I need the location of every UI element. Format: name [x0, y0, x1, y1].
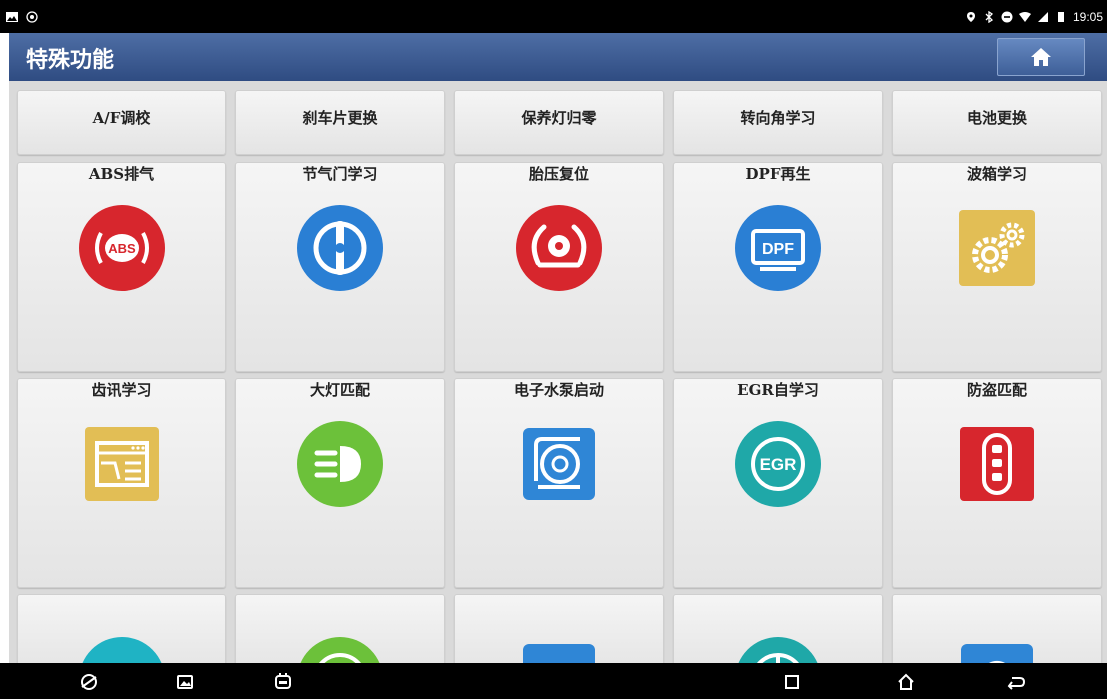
headlight-match-tile[interactable]: 大灯匹配 — [235, 378, 445, 588]
abs-text: ABS — [108, 241, 136, 256]
battery-replace-button[interactable]: 电池更换 — [892, 90, 1102, 155]
location-icon — [966, 12, 975, 22]
tile-label: A/F调校 — [92, 109, 151, 127]
tile-label: DPF再生 — [745, 165, 811, 183]
car-key-icon — [960, 427, 1034, 501]
tile-label: 节气门学习 — [302, 165, 378, 183]
steering-angle-button[interactable]: 转向角学习 — [673, 90, 883, 155]
tile-label: 刹车片更换 — [302, 109, 378, 127]
function-tile-r4c3[interactable] — [454, 594, 664, 663]
recent-apps-icon[interactable] — [782, 672, 802, 692]
partial-icon — [738, 637, 818, 663]
dpf-icon: DPF — [735, 205, 821, 291]
partial-icon — [523, 644, 595, 663]
throttle-icon — [297, 205, 383, 291]
dpf-text: DPF — [762, 241, 794, 258]
partial-icon — [961, 644, 1033, 663]
tile-label: 保养灯归零 — [521, 109, 597, 127]
partial-icon — [82, 637, 162, 663]
oil-reset-button[interactable]: 保养灯归零 — [454, 90, 664, 155]
tile-label: 大灯匹配 — [309, 381, 370, 399]
tile-label: ABS排气 — [88, 165, 155, 183]
clock: 19:05 — [1072, 10, 1103, 24]
window-chart-icon — [85, 427, 159, 501]
dnd-icon — [1001, 11, 1013, 23]
tile-label: 转向角学习 — [740, 109, 816, 127]
tile-label: 防盗匹配 — [966, 381, 1027, 399]
tile-label: 胎压复位 — [528, 165, 589, 183]
wifi-icon — [1018, 12, 1031, 22]
back-icon[interactable] — [1006, 672, 1026, 692]
abs-bleed-tile[interactable]: ABS ABS排气 — [17, 162, 226, 372]
egr-icon: EGR — [735, 421, 821, 507]
home-nav-icon[interactable] — [896, 672, 916, 692]
throttle-learn-tile[interactable]: 节气门学习 — [235, 162, 445, 372]
tile-label: 电子水泵启动 — [513, 381, 604, 399]
function-tile-r4c4[interactable] — [673, 594, 883, 663]
af-adjust-button[interactable]: A/F调校 — [17, 90, 226, 155]
immo-match-tile[interactable]: 防盗匹配 — [892, 378, 1102, 588]
tile-label: 电池更换 — [966, 109, 1027, 127]
tile-label: 齿讯学习 — [91, 381, 152, 399]
function-tile-r4c5[interactable] — [892, 594, 1102, 663]
tile-label: 波箱学习 — [966, 165, 1027, 183]
headlight-icon — [297, 421, 383, 507]
function-tile-r4c1[interactable] — [17, 594, 226, 663]
function-grid: A/F调校 刹车片更换 保养灯归零 转向角学习 电池更换 ABS ABS排气 节… — [9, 81, 1107, 663]
tire-pressure-reset-tile[interactable]: 胎压复位 — [454, 162, 664, 372]
tire-pressure-icon — [516, 205, 602, 291]
status-bar: 19:05 — [0, 0, 1107, 33]
egr-learn-tile[interactable]: EGR EGR自学习 — [673, 378, 883, 588]
gearbox-learn-tile[interactable]: 波箱学习 — [892, 162, 1102, 372]
tile-label: EGR自学习 — [737, 381, 819, 399]
home-button[interactable] — [997, 38, 1085, 76]
function-tile-r4c2[interactable] — [235, 594, 445, 663]
battery-icon — [1057, 12, 1064, 22]
app-notification-icon — [26, 11, 38, 23]
vci-icon[interactable] — [273, 672, 293, 692]
browser-icon[interactable] — [79, 672, 99, 692]
bluetooth-icon — [985, 11, 993, 23]
partial-icon — [300, 637, 380, 663]
system-nav-bar — [0, 663, 1107, 699]
gallery-icon[interactable] — [175, 672, 195, 692]
home-icon — [1031, 48, 1051, 66]
brake-pad-replace-button[interactable]: 刹车片更换 — [235, 90, 445, 155]
page-title: 特殊功能 — [26, 48, 115, 73]
dpf-regen-tile[interactable]: DPF DPF再生 — [673, 162, 883, 372]
app-bar: 特殊功能 — [9, 33, 1107, 81]
gallery-notification-icon — [6, 12, 18, 22]
gear-learn-tile[interactable]: 齿讯学习 — [17, 378, 226, 588]
water-pump-icon — [523, 428, 595, 500]
water-pump-start-tile[interactable]: 电子水泵启动 — [454, 378, 664, 588]
gears-icon — [959, 210, 1035, 286]
egr-text: EGR — [760, 455, 797, 474]
signal-icon — [1037, 12, 1048, 22]
abs-icon: ABS — [79, 205, 165, 291]
